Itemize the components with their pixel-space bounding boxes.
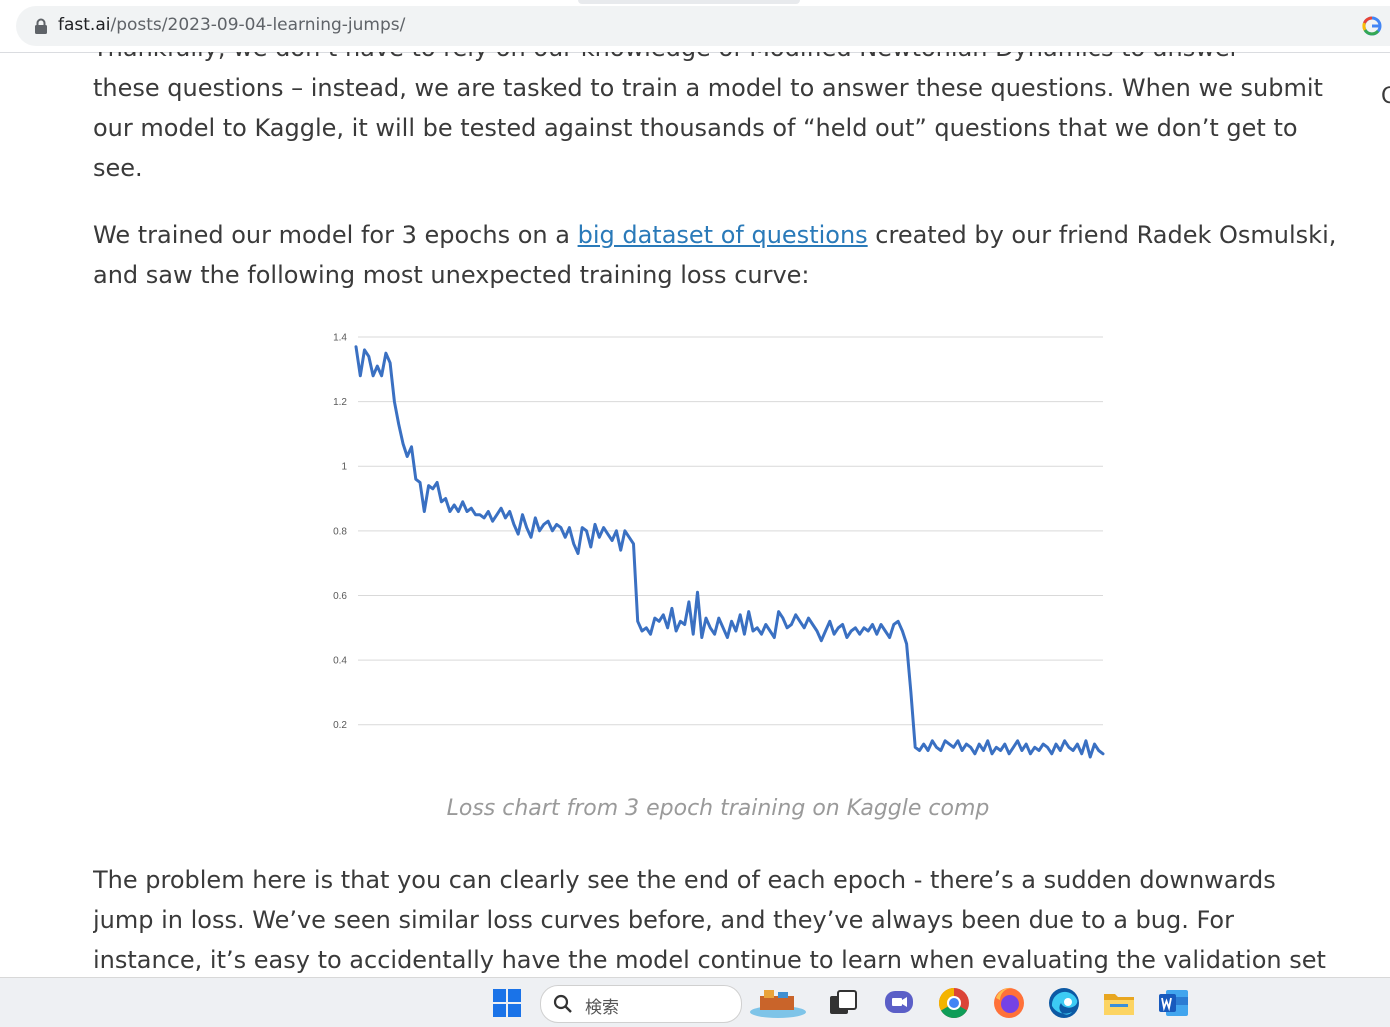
- windows-taskbar: 検索: [0, 977, 1390, 1027]
- url-text[interactable]: fast.ai/posts/2023-09-04-learning-jumps/: [58, 15, 405, 35]
- paragraph-training: We trained our model for 3 epochs on a b…: [93, 215, 1343, 295]
- browser-address-bar: fast.ai/posts/2023-09-04-learning-jumps/: [0, 0, 1390, 53]
- lock-icon[interactable]: [34, 18, 48, 34]
- windows-start-icon[interactable]: [490, 986, 524, 1020]
- chart-caption: Loss chart from 3 epoch training on Kagg…: [446, 796, 990, 821]
- clipped-paragraph-line: Thankfully, we don’t have to rely on our…: [93, 52, 1343, 68]
- file-explorer-icon[interactable]: [1102, 986, 1136, 1020]
- paragraph-text: We trained our model for 3 epochs on a: [93, 221, 578, 249]
- firefox-icon[interactable]: [992, 986, 1026, 1020]
- google-lens-icon[interactable]: [1362, 16, 1382, 36]
- url-path: /posts/2023-09-04-learning-jumps/: [110, 15, 406, 35]
- y-tick-label: 0.6: [333, 591, 347, 602]
- url-field[interactable]: fast.ai/posts/2023-09-04-learning-jumps/: [16, 6, 1390, 46]
- paragraph-questions: these questions – instead, we are tasked…: [93, 74, 1323, 182]
- clipped-edge-text: C: [1381, 84, 1390, 109]
- widgets-icon[interactable]: [748, 986, 808, 1020]
- y-tick-label: 1: [341, 462, 347, 473]
- loss-chart: 0.2 0.4 0.6 0.8 1 1.2 1.4: [333, 333, 1105, 759]
- y-tick-label: 1.4: [333, 333, 347, 344]
- taskbar-search-box[interactable]: 検索: [540, 985, 742, 1023]
- search-icon: [553, 994, 572, 1013]
- paragraph-problem: The problem here is that you can clearly…: [93, 866, 1326, 974]
- edge-icon[interactable]: [1047, 986, 1081, 1020]
- word-icon[interactable]: [1157, 986, 1191, 1020]
- article-body: Thankfully, we don’t have to rely on our…: [93, 52, 1343, 977]
- dataset-link[interactable]: big dataset of questions: [578, 221, 868, 249]
- y-tick-label: 0.8: [333, 526, 347, 537]
- y-tick-label: 1.2: [333, 397, 347, 408]
- teams-chat-icon[interactable]: [882, 986, 916, 1020]
- loss-series-line: [354, 345, 1105, 759]
- task-view-icon[interactable]: [826, 986, 860, 1020]
- url-host: fast.ai: [58, 15, 111, 35]
- search-placeholder: 検索: [585, 998, 619, 1018]
- chrome-icon[interactable]: [937, 986, 971, 1020]
- tab-strip-edge: [578, 0, 800, 4]
- chart-y-tick-labels: 0.2 0.4 0.6 0.8 1 1.2 1.4: [333, 333, 347, 732]
- chart-gridlines: [358, 336, 1103, 726]
- y-tick-label: 0.2: [333, 720, 347, 731]
- y-tick-label: 0.4: [333, 656, 347, 667]
